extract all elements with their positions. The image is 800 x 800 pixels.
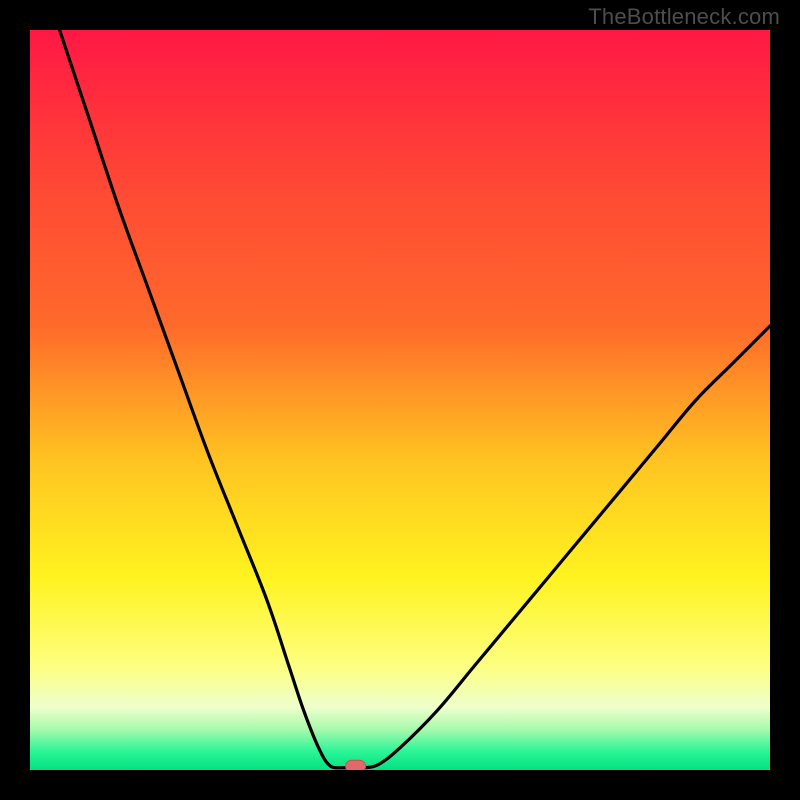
bottleneck-chart: [30, 30, 770, 770]
watermark-text: TheBottleneck.com: [588, 4, 780, 30]
chart-background: [30, 30, 770, 770]
optimum-marker: [346, 760, 366, 770]
chart-svg: [30, 30, 770, 770]
